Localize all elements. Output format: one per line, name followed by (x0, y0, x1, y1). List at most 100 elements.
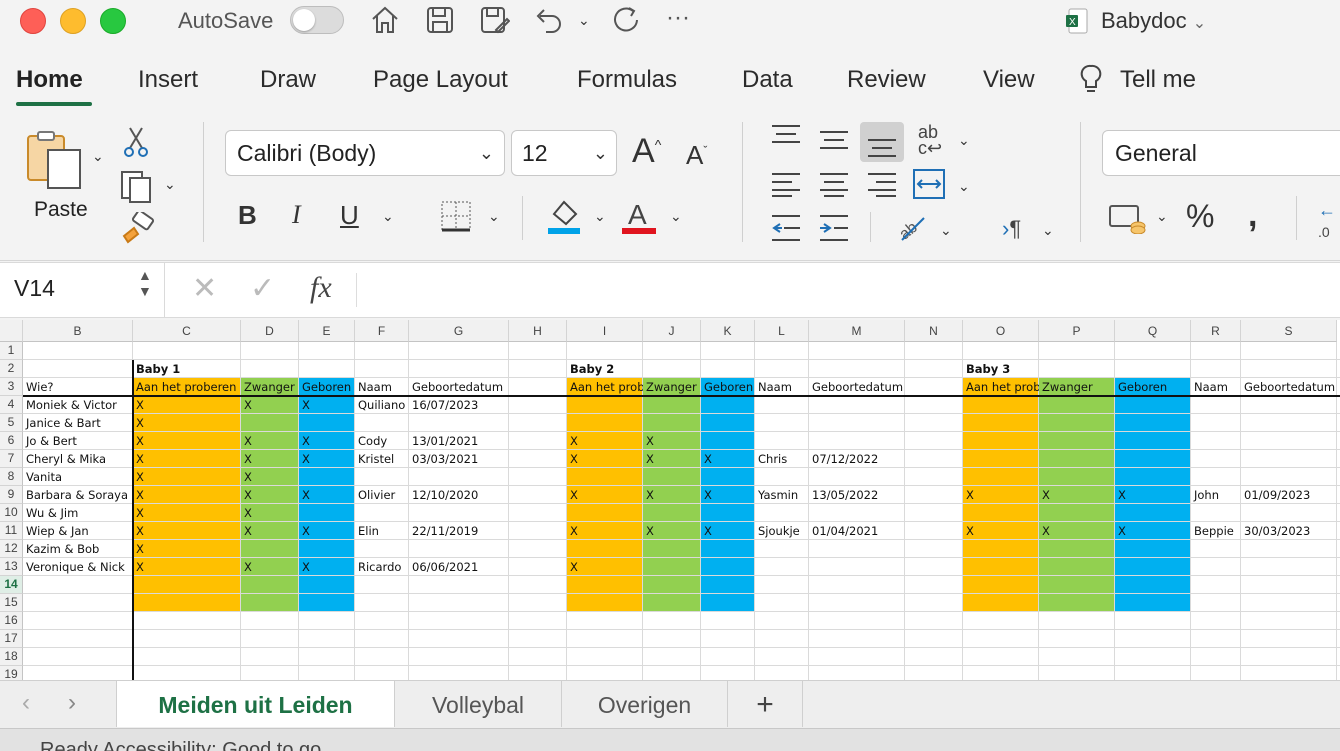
cell-e7[interactable]: X (299, 450, 355, 468)
align-right-icon[interactable] (866, 172, 898, 198)
row-header-2[interactable]: 2 (0, 360, 23, 378)
cell-c12[interactable]: X (133, 540, 241, 558)
cell-d9[interactable]: X (241, 486, 299, 504)
row-header-10[interactable]: 10 (0, 504, 23, 522)
cell-r3[interactable]: Naam (1191, 378, 1241, 396)
row-header-12[interactable]: 12 (0, 540, 23, 558)
cell-d6[interactable]: X (241, 432, 299, 450)
row-header-8[interactable]: 8 (0, 468, 23, 486)
currency-dropdown-icon[interactable]: ⌄ (1156, 208, 1168, 225)
select-all-corner[interactable] (0, 320, 23, 342)
fill-color-dropdown-icon[interactable]: ⌄ (594, 208, 606, 225)
merge-dropdown-icon[interactable]: ⌄ (958, 178, 970, 195)
cell-f13[interactable]: Ricardo (355, 558, 409, 576)
cell-e4[interactable]: X (299, 396, 355, 414)
cell-d13[interactable]: X (241, 558, 299, 576)
cell-b10[interactable]: Wu & Jim (23, 504, 133, 522)
column-header-k[interactable]: K (701, 320, 755, 342)
cell-c3[interactable]: Aan het proberen (133, 378, 241, 396)
tab-formulas[interactable]: Formulas (577, 66, 677, 94)
cell-o11[interactable]: X (963, 522, 1039, 540)
row-header-17[interactable]: 17 (0, 630, 23, 648)
merge-center-icon[interactable] (912, 168, 946, 200)
decrease-font-size-icon[interactable]: Aˇ (686, 140, 707, 171)
cell-f3[interactable]: Naam (355, 378, 409, 396)
cell-f6[interactable]: Cody (355, 432, 409, 450)
cell-k3[interactable]: Geboren (701, 378, 755, 396)
tab-home[interactable]: Home (16, 66, 83, 94)
cell-b8[interactable]: Vanita (23, 468, 133, 486)
cell-s3[interactable]: Geboortedatum (1241, 378, 1337, 396)
cell-q3[interactable]: Geboren (1115, 378, 1191, 396)
column-header-n[interactable]: N (905, 320, 963, 342)
sheet-tab-meiden-uit-leiden[interactable]: Meiden uit Leiden (116, 681, 395, 727)
align-left-icon[interactable] (770, 172, 802, 198)
undo-icon[interactable] (532, 4, 564, 36)
cell-o2[interactable]: Baby 3 (963, 360, 1163, 378)
column-header-g[interactable]: G (409, 320, 509, 342)
cell-e13[interactable]: X (299, 558, 355, 576)
autosave-toggle[interactable] (290, 6, 344, 34)
font-size-select[interactable]: 12 ⌄ (511, 130, 617, 176)
home-icon[interactable] (369, 4, 401, 36)
align-middle-icon[interactable] (818, 124, 850, 154)
cell-o3[interactable]: Aan het proberen (963, 378, 1039, 396)
cell-g7[interactable]: 03/03/2021 (409, 450, 509, 468)
column-header-o[interactable]: O (963, 320, 1039, 342)
cell-i2[interactable]: Baby 2 (567, 360, 767, 378)
cell-f4[interactable]: Quiliano (355, 396, 409, 414)
cell-b7[interactable]: Cheryl & Mika (23, 450, 133, 468)
column-header-l[interactable]: L (755, 320, 809, 342)
paste-dropdown-icon[interactable]: ⌄ (92, 148, 104, 165)
font-color-dropdown-icon[interactable]: ⌄ (670, 208, 682, 225)
currency-format-icon[interactable] (1108, 204, 1148, 234)
cell-e11[interactable]: X (299, 522, 355, 540)
cell-d10[interactable]: X (241, 504, 299, 522)
cell-b5[interactable]: Janice & Bart (23, 414, 133, 432)
format-painter-icon[interactable] (120, 212, 154, 246)
cell-l7[interactable]: Chris (755, 450, 809, 468)
cell-g9[interactable]: 12/10/2020 (409, 486, 509, 504)
cell-b13[interactable]: Veronique & Nick (23, 558, 133, 576)
redo-icon[interactable] (611, 4, 643, 36)
cell-r11[interactable]: Beppie (1191, 522, 1241, 540)
cell-d11[interactable]: X (241, 522, 299, 540)
bold-icon[interactable]: B (238, 200, 257, 231)
save-icon[interactable] (424, 4, 456, 36)
orientation-icon[interactable]: ab (896, 210, 930, 244)
column-header-q[interactable]: Q (1115, 320, 1191, 342)
cell-i13[interactable]: X (567, 558, 643, 576)
row-header-6[interactable]: 6 (0, 432, 23, 450)
tab-data[interactable]: Data (742, 66, 793, 94)
tab-page-layout[interactable]: Page Layout (373, 66, 508, 94)
cell-k11[interactable]: X (701, 522, 755, 540)
tab-view[interactable]: View (983, 66, 1035, 94)
cell-p3[interactable]: Zwanger (1039, 378, 1115, 396)
font-color-icon[interactable]: A (622, 198, 658, 236)
column-header-b[interactable]: B (23, 320, 133, 342)
column-header-s[interactable]: S (1241, 320, 1337, 342)
cell-g13[interactable]: 06/06/2021 (409, 558, 509, 576)
row-header-14[interactable]: 14 (0, 576, 23, 594)
cell-i3[interactable]: Aan het proberen (567, 378, 643, 396)
underline-dropdown-icon[interactable]: ⌄ (382, 208, 394, 225)
row-header-4[interactable]: 4 (0, 396, 23, 414)
row-header-18[interactable]: 18 (0, 648, 23, 666)
next-sheet-icon[interactable]: › (68, 689, 76, 717)
cut-icon[interactable] (122, 126, 150, 158)
cell-m7[interactable]: 07/12/2022 (809, 450, 905, 468)
increase-font-size-icon[interactable]: A^ (632, 132, 661, 171)
column-header-p[interactable]: P (1039, 320, 1115, 342)
column-header-i[interactable]: I (567, 320, 643, 342)
prev-sheet-icon[interactable]: ‹ (22, 689, 30, 717)
cell-b4[interactable]: Moniek & Victor (23, 396, 133, 414)
cell-i11[interactable]: X (567, 522, 643, 540)
name-box[interactable]: V14 ▲ ▼ (0, 263, 165, 317)
cell-p9[interactable]: X (1039, 486, 1115, 504)
cell-c8[interactable]: X (133, 468, 241, 486)
row-header-9[interactable]: 9 (0, 486, 23, 504)
align-bottom-button[interactable] (860, 122, 904, 162)
cell-d3[interactable]: Zwanger (241, 378, 299, 396)
save-as-icon[interactable] (478, 4, 510, 36)
row-header-1[interactable]: 1 (0, 342, 23, 360)
